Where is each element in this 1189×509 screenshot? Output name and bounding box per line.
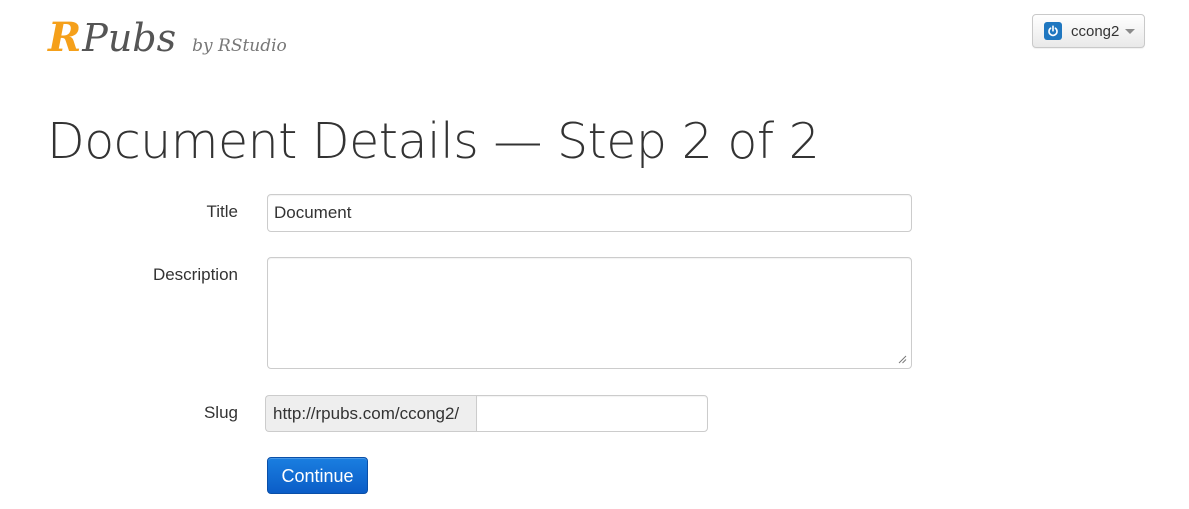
power-icon (1044, 22, 1062, 40)
description-textarea[interactable] (267, 257, 912, 369)
description-label: Description (152, 265, 238, 284)
slug-label: Slug (203, 403, 238, 422)
rpubs-logo[interactable]: R Pubs by RStudio (48, 14, 287, 62)
slug-url-prefix: http://rpubs.com/ccong2/ (265, 395, 476, 432)
title-label: Title (206, 202, 239, 221)
page-title: Document Details — Step 2 of 2 (47, 113, 820, 170)
logo-pubs: Pubs (82, 16, 177, 60)
slug-input[interactable] (476, 395, 708, 432)
user-name: ccong2 (1071, 22, 1120, 40)
logo-r: R (48, 14, 82, 61)
user-menu-button[interactable]: ccong2 (1032, 14, 1145, 48)
page: R Pubs by RStudio ccong2 Document Detail… (0, 0, 1189, 509)
logo-by-rstudio: by RStudio (192, 36, 287, 56)
continue-button[interactable]: Continue (267, 457, 368, 494)
caret-down-icon (1125, 28, 1136, 34)
resize-grip-icon[interactable] (897, 354, 907, 364)
title-input[interactable] (267, 194, 912, 232)
